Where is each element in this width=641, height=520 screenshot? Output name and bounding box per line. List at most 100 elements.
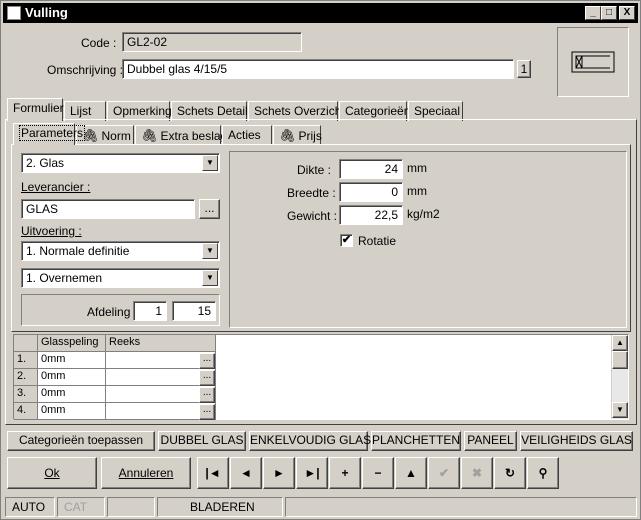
last-record-button[interactable]: ►| bbox=[296, 457, 328, 489]
tab-label: Formulier bbox=[13, 101, 64, 115]
refresh-button[interactable]: ↻ bbox=[494, 457, 526, 489]
tab-label: Lijst bbox=[70, 104, 92, 118]
grid-row-number: 2. bbox=[14, 369, 38, 386]
uitvoering-select[interactable]: 1. Normale definitie ▼ bbox=[21, 241, 220, 261]
glass-sketch-icon bbox=[571, 51, 615, 73]
subtab-label: Extra beslag bbox=[160, 129, 228, 143]
type-select[interactable]: 2. Glas ▼ bbox=[21, 153, 220, 173]
delete-button[interactable]: − bbox=[362, 457, 394, 489]
gewicht-label: Gewicht : bbox=[287, 209, 338, 223]
chevron-down-icon[interactable]: ▼ bbox=[202, 270, 218, 286]
grid-cell-browse-button[interactable]: ... bbox=[199, 353, 215, 369]
code-label: Code : bbox=[81, 36, 117, 50]
vulling-window: Vulling _ □ X Code : GL2-02 Omschrijving… bbox=[0, 0, 641, 520]
category-button-dubbel-glas[interactable]: DUBBEL GLAS bbox=[158, 431, 246, 451]
ok-button[interactable]: Ok bbox=[7, 457, 97, 489]
afdeling-field-2[interactable]: 15 bbox=[172, 301, 216, 321]
rotatie-checkbox[interactable]: ✔ bbox=[340, 234, 353, 247]
tab-lijst[interactable]: Lijst bbox=[64, 101, 106, 121]
category-button-paneel[interactable]: PANEEL bbox=[464, 431, 517, 451]
grid-scrollbar[interactable]: ▲ ▼ bbox=[611, 335, 628, 419]
overnemen-select-value: 1. Overnemen bbox=[26, 271, 103, 285]
subtab-parameters[interactable]: Parameters bbox=[13, 123, 86, 145]
first-record-button[interactable]: |◄ bbox=[197, 457, 229, 489]
status-auto: AUTO bbox=[5, 497, 55, 517]
grid-cell-browse-button[interactable]: ... bbox=[199, 404, 215, 420]
prev-record-icon: ◄ bbox=[240, 466, 252, 480]
category-button-planchetten[interactable]: PLANCHETTEN bbox=[371, 431, 461, 451]
status-cat: CAT bbox=[57, 497, 105, 517]
rotatie-label: Rotatie bbox=[358, 234, 397, 248]
overnemen-select[interactable]: 1. Overnemen ▼ bbox=[21, 268, 220, 288]
gewicht-field[interactable]: 22,5 bbox=[339, 205, 403, 225]
close-button[interactable]: X bbox=[619, 6, 635, 20]
minimize-button[interactable]: _ bbox=[585, 6, 601, 20]
uitvoering-label: Uitvoering : bbox=[21, 224, 82, 238]
dikte-unit: mm bbox=[407, 161, 427, 175]
tab-speciaal[interactable]: Speciaal bbox=[408, 101, 463, 121]
maximize-button[interactable]: □ bbox=[601, 6, 617, 20]
omschrijving-count[interactable]: 1 bbox=[517, 60, 531, 78]
code-field[interactable]: GL2-02 bbox=[122, 32, 302, 52]
confirm-button[interactable]: ✔ bbox=[428, 457, 460, 489]
subtab-extra-beslag[interactable]: 🖇 Extra beslag bbox=[135, 125, 227, 144]
add-button[interactable]: + bbox=[329, 457, 361, 489]
chevron-down-icon[interactable]: ▼ bbox=[202, 243, 218, 259]
tab-label: Opmerking bbox=[113, 104, 172, 118]
uitvoering-select-value: 1. Normale definitie bbox=[26, 244, 130, 258]
grid-cell-glasspeling[interactable]: 0mm bbox=[38, 403, 106, 420]
omschrijving-field[interactable]: Dubbel glas 4/15/5 bbox=[122, 59, 514, 79]
grid-cell-glasspeling[interactable]: 0mm bbox=[38, 386, 106, 403]
first-record-icon: |◄ bbox=[205, 466, 221, 480]
grid-cell-browse-button[interactable]: ... bbox=[199, 387, 215, 403]
category-button-enkelvoudig-glas[interactable]: ENKELVOUDIG GLAS bbox=[249, 431, 371, 451]
status-mode: BLADEREN bbox=[157, 497, 283, 517]
scroll-thumb[interactable] bbox=[612, 351, 628, 369]
search-binoculars-button[interactable]: ⚲ bbox=[527, 457, 559, 489]
next-record-button[interactable]: ► bbox=[263, 457, 295, 489]
subtab-acties[interactable]: Acties bbox=[222, 125, 272, 144]
title-bar[interactable]: Vulling _ □ X bbox=[3, 3, 638, 23]
tab-formulier[interactable]: Formulier bbox=[7, 98, 64, 121]
grid-cell-glasspeling[interactable]: 0mm bbox=[38, 352, 106, 369]
tab-label: Speciaal bbox=[414, 104, 461, 118]
afdeling-label: Afdeling : bbox=[87, 305, 138, 319]
tab-label: Schets Overzicht bbox=[254, 104, 345, 118]
edit-button[interactable]: ▲ bbox=[395, 457, 427, 489]
annuleren-button[interactable]: Annuleren bbox=[101, 457, 191, 489]
status-empty-1 bbox=[107, 497, 155, 517]
grid-row-number: 4. bbox=[14, 403, 38, 420]
chevron-down-icon[interactable]: ▼ bbox=[202, 155, 218, 171]
breedte-field[interactable]: 0 bbox=[339, 182, 403, 202]
grid-row-number: 1. bbox=[14, 352, 38, 369]
tab-schets-detail[interactable]: Schets Detail bbox=[171, 101, 248, 121]
tab-schets-overzicht[interactable]: Schets Overzicht bbox=[248, 101, 345, 121]
grid-row-number: 3. bbox=[14, 386, 38, 403]
grid-cell-glasspeling[interactable]: 0mm bbox=[38, 369, 106, 386]
subtab-label: Prijs bbox=[298, 129, 322, 143]
glasspeling-grid[interactable]: Glasspeling Reeks 1. 0mm... 2. 0mm... 3. 0mm...… bbox=[13, 334, 629, 420]
next-record-icon: ► bbox=[273, 466, 285, 480]
grid-cell-browse-button[interactable]: ... bbox=[199, 370, 215, 386]
subtab-prijs[interactable]: 🖇 Prijs bbox=[273, 125, 322, 144]
subtab-label: Norm bbox=[101, 129, 131, 143]
category-button-categorieen-toepassen[interactable]: Categorieën toepassen bbox=[7, 431, 155, 451]
tab-label: Schets Detail bbox=[177, 104, 248, 118]
category-button-veiligheids-glas[interactable]: VEILIGHEIDS GLAS bbox=[520, 431, 633, 451]
grid-header-reeks[interactable]: Reeks bbox=[106, 335, 216, 352]
scroll-up-icon[interactable]: ▲ bbox=[612, 335, 628, 351]
grid-header-glasspeling[interactable]: Glasspeling bbox=[38, 335, 106, 352]
afdeling-field-1[interactable]: 1 bbox=[133, 301, 167, 321]
app-icon bbox=[7, 6, 21, 20]
prev-record-button[interactable]: ◄ bbox=[230, 457, 262, 489]
search-binoculars-icon: ⚲ bbox=[538, 466, 548, 480]
tab-opmerking[interactable]: Opmerking bbox=[107, 101, 172, 121]
scroll-down-icon[interactable]: ▼ bbox=[612, 402, 628, 418]
dikte-field[interactable]: 24 bbox=[339, 159, 403, 179]
leverancier-field[interactable]: GLAS bbox=[21, 199, 195, 219]
cancel-edit-button[interactable]: ✖ bbox=[461, 457, 493, 489]
leverancier-browse-button[interactable]: ... bbox=[199, 199, 220, 219]
gewicht-unit: kg/m2 bbox=[407, 207, 440, 221]
tab-categorieen[interactable]: Categorieën bbox=[339, 101, 410, 121]
grid-header-corner bbox=[14, 335, 38, 352]
